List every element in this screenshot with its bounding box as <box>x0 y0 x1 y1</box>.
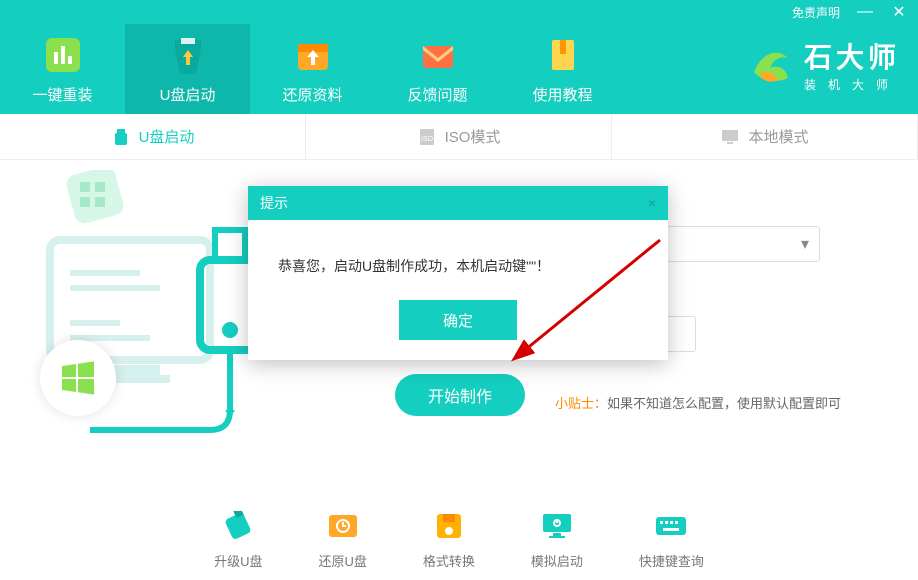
action-label: 还原U盘 <box>318 551 366 570</box>
simulate-boot-icon <box>539 511 575 541</box>
subtab-label: ISO模式 <box>445 126 501 147</box>
nav-restore[interactable]: 还原资料 <box>250 24 375 114</box>
disclaimer-link[interactable]: 免责声明 <box>792 4 840 21</box>
action-upgrade-usb[interactable]: 升级U盘 <box>214 511 262 570</box>
action-label: 升级U盘 <box>214 551 262 570</box>
subtab-local[interactable]: 本地模式 <box>612 114 918 159</box>
subtab-iso[interactable]: ISO ISO模式 <box>306 114 612 159</box>
usb-restore-icon <box>325 511 361 541</box>
nav-label: U盘启动 <box>160 84 216 105</box>
usb-shield-icon <box>167 34 209 76</box>
nav-usb-boot[interactable]: U盘启动 <box>125 24 250 114</box>
nav-feedback[interactable]: 反馈问题 <box>375 24 500 114</box>
keyboard-icon <box>653 511 689 541</box>
action-restore-usb[interactable]: 还原U盘 <box>318 511 366 570</box>
dialog-title: 提示 <box>260 193 288 213</box>
start-make-button[interactable]: 开始制作 <box>395 374 525 416</box>
action-label: 模拟启动 <box>531 551 583 570</box>
svg-text:ISO: ISO <box>421 136 434 143</box>
sub-tabs: U盘启动 ISO ISO模式 本地模式 <box>0 114 918 160</box>
upload-box-icon <box>292 34 334 76</box>
dialog-close-button[interactable]: × <box>648 195 656 211</box>
brand-logo-icon <box>748 42 794 88</box>
dialog-ok-button[interactable]: 确定 <box>399 300 517 340</box>
chevron-down-icon: ▾ <box>801 234 809 254</box>
title-bar: 免责声明 — ✕ <box>0 0 918 24</box>
brand-text: 石大师 装机大师 <box>804 36 900 93</box>
usb-icon <box>111 127 131 147</box>
tip-body: 如果不知道怎么配置，使用默认配置即可 <box>607 396 841 411</box>
monitor-icon <box>720 127 740 147</box>
dialog-footer: 确定 <box>248 300 668 360</box>
windows-logo-badge <box>40 340 116 416</box>
iso-icon: ISO <box>417 127 437 147</box>
book-icon <box>542 34 584 76</box>
windows-icon <box>58 358 98 398</box>
action-format-convert[interactable]: 格式转换 <box>423 511 475 570</box>
nav-label: 反馈问题 <box>407 84 467 105</box>
bar-chart-icon <box>42 34 84 76</box>
subtab-label: 本地模式 <box>748 126 808 147</box>
dialog-message: 恭喜您，启动U盘制作成功，本机启动键""！ <box>248 220 668 300</box>
mail-icon <box>417 34 459 76</box>
bottom-actions: 升级U盘 还原U盘 格式转换 模拟启动 快捷键查询 <box>0 511 918 570</box>
nav-reinstall[interactable]: 一键重装 <box>0 24 125 114</box>
nav-label: 还原资料 <box>282 84 342 105</box>
action-hotkey-lookup[interactable]: 快捷键查询 <box>639 511 704 570</box>
subtab-label: U盘启动 <box>139 126 195 147</box>
brand: 石大师 装机大师 <box>748 36 900 93</box>
brand-subtitle: 装机大师 <box>804 76 900 93</box>
success-dialog: 提示 × 恭喜您，启动U盘制作成功，本机启动键""！ 确定 <box>248 186 668 360</box>
tip-label: 小贴士： <box>555 396 607 411</box>
action-simulate-boot[interactable]: 模拟启动 <box>531 511 583 570</box>
nav-label: 使用教程 <box>532 84 592 105</box>
tip-text: 小贴士：如果不知道怎么配置，使用默认配置即可 <box>555 393 841 412</box>
usb-upgrade-icon <box>220 511 256 541</box>
minimize-button[interactable]: — <box>856 3 874 21</box>
format-convert-icon <box>431 511 467 541</box>
top-nav: 一键重装 U盘启动 还原资料 反馈问题 使用教程 石大师 装机大师 <box>0 24 918 114</box>
nav-tutorial[interactable]: 使用教程 <box>500 24 625 114</box>
subtab-usb-boot[interactable]: U盘启动 <box>0 114 306 159</box>
brand-title: 石大师 <box>804 36 900 76</box>
action-label: 格式转换 <box>423 551 475 570</box>
action-label: 快捷键查询 <box>639 551 704 570</box>
nav-label: 一键重装 <box>32 84 92 105</box>
close-button[interactable]: ✕ <box>890 2 908 22</box>
dialog-header: 提示 × <box>248 186 668 220</box>
